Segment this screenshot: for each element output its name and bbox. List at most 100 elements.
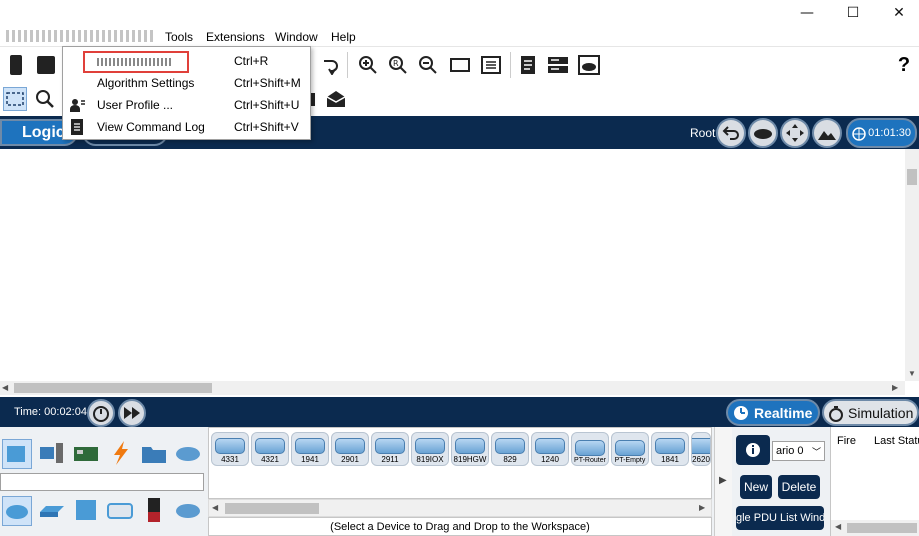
device-model-819hgw[interactable]: 819HGW bbox=[451, 432, 489, 466]
minimize-button[interactable]: — bbox=[784, 0, 830, 26]
category-miscellaneous[interactable] bbox=[140, 439, 168, 470]
delete-scenario-button[interactable]: Delete bbox=[778, 475, 820, 499]
category-components[interactable] bbox=[72, 439, 100, 470]
device-model-829[interactable]: 829 bbox=[491, 432, 529, 466]
toggle-pdu-list-button[interactable]: gle PDU List Wind bbox=[736, 506, 824, 530]
scenario-select[interactable]: ario 0 ﹀ bbox=[772, 441, 825, 461]
firewall-icon bbox=[148, 498, 160, 522]
hub-icon bbox=[76, 500, 96, 520]
category-multiuser[interactable] bbox=[174, 439, 202, 470]
inspect-tool-button[interactable] bbox=[33, 87, 57, 111]
zoom-out-icon bbox=[419, 56, 437, 74]
device-model-2620[interactable]: 2620 bbox=[691, 432, 711, 466]
subcategory-wan-emulation[interactable] bbox=[174, 496, 202, 527]
model-label: 819HGW bbox=[453, 455, 487, 464]
subcategory-wireless[interactable] bbox=[106, 496, 134, 527]
zoom-reset-button[interactable]: R bbox=[386, 53, 410, 77]
new-scenario-button[interactable]: New bbox=[740, 475, 772, 499]
scroll-thumb[interactable] bbox=[14, 383, 212, 393]
new-file-button[interactable] bbox=[4, 53, 28, 77]
device-model-2911[interactable]: 2911 bbox=[371, 432, 409, 466]
viewport-clock[interactable]: 01:01:30 bbox=[846, 118, 917, 148]
category-network-devices[interactable] bbox=[2, 439, 32, 469]
device-list-scrollbar[interactable]: ◀ ▶ bbox=[208, 499, 712, 517]
router-icon bbox=[6, 505, 28, 519]
back-button[interactable] bbox=[716, 118, 746, 148]
device-model-819iox[interactable]: 819IOX bbox=[411, 432, 449, 466]
device-model-1841[interactable]: 1841 bbox=[651, 432, 689, 466]
device-model-4331[interactable]: 4331 bbox=[211, 432, 249, 466]
column-header-last-status[interactable]: Last Statu bbox=[874, 435, 919, 447]
device-template-button[interactable] bbox=[546, 53, 570, 77]
device-model-1941[interactable]: 1941 bbox=[291, 432, 329, 466]
zoom-in-button[interactable] bbox=[356, 53, 380, 77]
pdu-table-scrollbar[interactable]: ◀ bbox=[831, 520, 919, 536]
add-complex-pdu-button[interactable] bbox=[324, 87, 348, 111]
device-model-2901[interactable]: 2901 bbox=[331, 432, 369, 466]
column-header-fire[interactable]: Fire bbox=[837, 435, 856, 447]
menu-help[interactable]: Help bbox=[331, 30, 356, 44]
scroll-thumb[interactable] bbox=[225, 503, 319, 514]
title-bar: — ☐ ✕ bbox=[0, 0, 919, 26]
logical-workspace[interactable] bbox=[0, 149, 905, 381]
select-tool-button[interactable] bbox=[3, 87, 27, 111]
workspace-horizontal-scrollbar[interactable]: ◀ ▶ bbox=[0, 381, 905, 395]
subcategory-hubs[interactable] bbox=[72, 496, 100, 527]
workspace-vertical-scrollbar[interactable]: ▼ bbox=[905, 149, 919, 381]
fast-forward-button[interactable] bbox=[118, 399, 146, 427]
model-label: 1941 bbox=[301, 455, 319, 464]
end-devices-icon bbox=[40, 443, 63, 463]
pdu-panel-collapse[interactable]: ▶ bbox=[714, 427, 732, 536]
subcategory-switches[interactable] bbox=[38, 496, 66, 527]
scenario-info-button[interactable] bbox=[736, 435, 770, 465]
simulation-mode-button[interactable]: Simulation bbox=[822, 399, 919, 426]
device-search-field[interactable] bbox=[0, 473, 204, 491]
zoom-out-button[interactable] bbox=[416, 53, 440, 77]
close-button[interactable]: ✕ bbox=[876, 0, 919, 26]
device-model-pt-empty[interactable]: PT-Empty bbox=[611, 432, 649, 466]
folder-icon bbox=[142, 447, 166, 463]
menu-extensions[interactable]: Extensions bbox=[206, 30, 265, 44]
router-icon bbox=[455, 438, 485, 454]
menu-item-first[interactable]: Ctrl+R bbox=[63, 50, 310, 73]
open-file-button[interactable] bbox=[34, 53, 58, 77]
maximize-button[interactable]: ☐ bbox=[830, 0, 876, 26]
notes-button[interactable] bbox=[516, 53, 540, 77]
scroll-thumb[interactable] bbox=[847, 523, 917, 533]
device-model-pt-router[interactable]: PT-Router bbox=[571, 432, 609, 466]
new-cluster-button[interactable] bbox=[748, 118, 778, 148]
menu-item-view-command-log[interactable]: View Command Log Ctrl+Shift+V bbox=[63, 116, 310, 138]
scroll-left-arrow-icon[interactable]: ◀ bbox=[2, 383, 8, 392]
category-end-devices[interactable] bbox=[38, 439, 66, 470]
router-icon bbox=[655, 438, 685, 454]
power-cycle-button[interactable] bbox=[87, 399, 115, 427]
menu-window[interactable]: Window bbox=[275, 30, 318, 44]
menu-tools[interactable]: Tools bbox=[165, 30, 193, 44]
help-button[interactable]: ? bbox=[892, 53, 916, 77]
time-bar: Time: 00:02:04 Realtime Simulation bbox=[0, 397, 919, 427]
menu-label: Algorithm Settings bbox=[97, 76, 195, 90]
category-connections[interactable] bbox=[106, 439, 134, 470]
scroll-down-arrow-icon[interactable]: ▼ bbox=[908, 369, 916, 378]
redo-button[interactable] bbox=[318, 53, 342, 77]
device-panel: 4331 4321 1941 2901 2911 819IOX 819HGW 8… bbox=[0, 427, 919, 536]
device-model-1240[interactable]: 1240 bbox=[531, 432, 569, 466]
drawing-palette-button[interactable] bbox=[448, 53, 472, 77]
move-object-button[interactable] bbox=[780, 118, 810, 148]
scroll-right-arrow-icon[interactable]: ▶ bbox=[892, 383, 898, 392]
custom-device-button[interactable] bbox=[479, 53, 503, 77]
scroll-left-arrow-icon[interactable]: ◀ bbox=[212, 503, 218, 512]
scroll-left-arrow-icon[interactable]: ◀ bbox=[835, 522, 841, 531]
subcategory-routers[interactable] bbox=[2, 496, 32, 526]
set-background-button[interactable] bbox=[812, 118, 842, 148]
scroll-right-arrow-icon[interactable]: ▶ bbox=[699, 503, 705, 512]
menu-item-algorithm-settings[interactable]: Algorithm Settings Ctrl+Shift+M bbox=[63, 72, 310, 94]
realtime-mode-button[interactable]: Realtime bbox=[726, 399, 820, 426]
menu-item-user-profile[interactable]: User Profile ... Ctrl+Shift+U bbox=[63, 94, 310, 116]
scroll-thumb[interactable] bbox=[907, 169, 917, 185]
device-model-4321[interactable]: 4321 bbox=[251, 432, 289, 466]
subcategory-security[interactable] bbox=[140, 496, 168, 527]
cloud-window-button[interactable] bbox=[577, 53, 601, 77]
cloud-icon bbox=[176, 504, 200, 518]
open-envelope-icon bbox=[326, 91, 346, 107]
